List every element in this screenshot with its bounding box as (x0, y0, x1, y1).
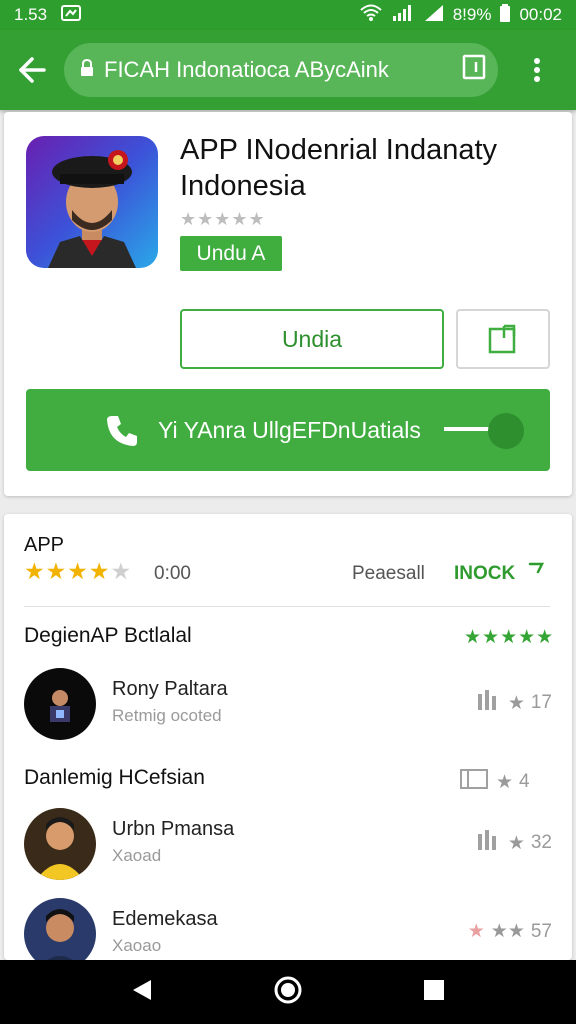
notification-icon (61, 4, 82, 26)
app-icon[interactable] (26, 136, 158, 268)
call-button[interactable]: Yi YAnra UllgEFDnUatials (26, 389, 550, 471)
item-meta: ★ ★★ 57 (468, 920, 552, 943)
item-count: 17 (530, 692, 552, 713)
back-arrow-icon (19, 57, 46, 83)
nav-recents-button[interactable] (423, 979, 445, 1006)
app-title: APP INodenrial Indanaty Indonesia (180, 134, 498, 202)
chart-icon (476, 690, 502, 716)
system-nav-bar (0, 960, 576, 1024)
triangle-back-icon (132, 979, 151, 1000)
item-subtitle: Xaoad (112, 846, 162, 865)
item-meta: ★ 32 (476, 830, 552, 856)
item-name: Rony Paltara (112, 678, 228, 700)
star-icon: ★ (467, 921, 485, 942)
group-title-1: DegienAP Bctlalal (24, 624, 192, 647)
lock-icon (80, 57, 94, 83)
tabs-icon[interactable] (462, 54, 486, 86)
status-bar: 1.53 8!9% 00:02 (0, 0, 576, 30)
item-count: 57 (530, 920, 552, 942)
item-name: Edemekasa (112, 908, 218, 930)
preinstall-label: Peaesall (352, 563, 425, 584)
group-2-meta: ★ 4 (460, 768, 530, 796)
url-text: FICAH Indonatioca ABycAink (104, 57, 389, 82)
nav-home-button[interactable] (274, 976, 302, 1009)
chart-icon (476, 830, 502, 856)
nav-back-button[interactable] (131, 978, 153, 1007)
group-2-count: 4 (519, 771, 530, 792)
arrow-right-icon[interactable] (528, 558, 548, 584)
battery-icon (499, 3, 511, 27)
group-1-stars: ★★★★★ (464, 627, 555, 648)
share-button[interactable] (456, 309, 550, 369)
open-icon (488, 324, 516, 354)
star-icon: ★ (507, 692, 525, 714)
back-button[interactable] (0, 30, 64, 110)
install-button[interactable]: Undia (180, 309, 444, 369)
rating-stars: ★★★★★ (24, 558, 133, 584)
divider (24, 606, 550, 607)
star-icon: ★ (496, 771, 514, 793)
list-item[interactable]: Edemekasa Xaoao ★ ★★ 57 (24, 898, 552, 960)
item-meta: ★ 17 (476, 690, 552, 716)
signal-icon-2 (423, 4, 445, 27)
star-icon: ★ (507, 832, 525, 854)
item-subtitle: Retmig ocoted (112, 706, 222, 725)
list-item[interactable]: Urbn Pmansa Xaoad ★ 32 (24, 808, 552, 884)
star-icon: ★★ (490, 921, 525, 942)
battery-percent: 8!9% (452, 5, 492, 24)
toggle-switch[interactable] (442, 413, 526, 449)
url-bar[interactable]: FICAH Indonatioca ABycAink (64, 43, 498, 97)
more-vert-icon (534, 58, 540, 82)
app-rating-stars: ★★★★★ (180, 209, 266, 229)
call-button-label: Yi YAnra UllgEFDnUatials (158, 417, 421, 443)
image-icon (460, 768, 490, 796)
inock-link[interactable]: INOCK (454, 563, 515, 585)
phone-icon (104, 413, 140, 455)
tag-button[interactable]: Undu A (180, 236, 282, 271)
avatar (24, 668, 96, 740)
item-count: 32 (530, 832, 552, 853)
wifi-icon (359, 4, 383, 27)
group-title-2: Danlemig HCefsian (24, 766, 205, 789)
reviews-card: APP ★★★★★ 0:00 Peaesall INOCK DegienAP B… (4, 514, 572, 960)
avatar (24, 808, 96, 880)
home-circle-icon (274, 976, 302, 1003)
status-left-text: 1.53 (14, 5, 48, 24)
app-header-card: APP INodenrial Indanaty Indonesia ★★★★★ … (4, 112, 572, 496)
rating-value: 0:00 (154, 563, 191, 584)
list-item[interactable]: Rony Paltara Retmig ocoted ★ 17 (24, 668, 552, 744)
browser-toolbar: FICAH Indonatioca ABycAink (0, 30, 576, 110)
avatar (24, 898, 96, 960)
status-time: 00:02 (519, 5, 562, 24)
square-recents-icon (424, 979, 445, 1000)
overflow-menu-button[interactable] (498, 30, 576, 110)
signal-icon (391, 4, 415, 27)
item-subtitle: Xaoao (112, 936, 162, 955)
ratings-section-title: APP (24, 534, 65, 556)
item-name: Urbn Pmansa (112, 818, 235, 840)
